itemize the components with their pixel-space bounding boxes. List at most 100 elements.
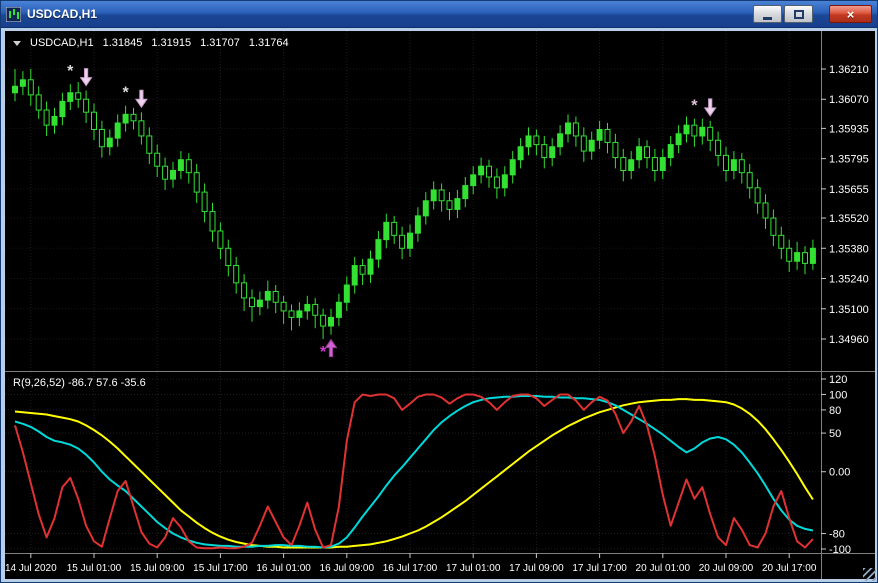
chart-canvas[interactable]: ****1.362101.360701.359351.357951.356551… [5, 31, 875, 579]
candle-body [27, 79, 34, 96]
price-axis: 1.36210 1.36070 1.35935 1.35795 1.35655 1.355… [821, 64, 869, 346]
candle-body [185, 159, 192, 174]
candle-body [430, 189, 437, 202]
candle-body [762, 202, 769, 219]
time-label: 17 Jul 01:00 [446, 563, 501, 574]
candle-body [12, 85, 18, 94]
chart-frame: * * * * 1.36210 1.36070 1.35935 1.35795 1.35655 1… [5, 31, 875, 579]
time-label: 16 Jul 01:00 [256, 563, 311, 574]
candle-body [628, 159, 635, 172]
candle-body [509, 159, 516, 176]
candle-body [651, 157, 658, 172]
close-button[interactable]: × [829, 5, 872, 23]
candle-body [462, 185, 469, 200]
candle-body [51, 116, 58, 126]
minimize-button[interactable] [753, 5, 782, 23]
candle-body [525, 135, 532, 148]
candle-body [280, 301, 287, 312]
candle-body [446, 200, 453, 210]
candle-body [478, 165, 485, 176]
candle-body [83, 98, 90, 113]
arrow-up-marker [324, 338, 338, 358]
app-icon [6, 6, 21, 22]
candle-body [106, 137, 113, 148]
price-label: 1.34960 [829, 334, 869, 346]
candle-body [723, 154, 729, 172]
candle-body [343, 284, 350, 303]
candle-body [335, 301, 342, 318]
resize-grip[interactable] [863, 568, 876, 581]
arrow-down-marker [134, 89, 148, 109]
candle-body [636, 146, 643, 161]
candle-body [486, 165, 492, 178]
gridlines [5, 31, 821, 553]
candle-body [193, 172, 200, 193]
candle-body [19, 79, 26, 87]
candle-body [162, 165, 169, 180]
indicator-level-label: -80 [829, 529, 845, 541]
candle-body [312, 303, 319, 316]
candle-body [201, 191, 208, 213]
indicator-level-label: 120 [829, 374, 847, 386]
candle-body [794, 252, 801, 262]
candle-body [802, 252, 808, 264]
indicator-level-label: 0.00 [829, 467, 850, 479]
candle-body [122, 113, 129, 124]
time-label: 17 Jul 17:00 [572, 563, 627, 574]
maximize-icon [793, 9, 804, 19]
candle-body [493, 176, 500, 189]
candle-body [256, 299, 263, 308]
candle-body [588, 139, 595, 152]
time-label: 15 Jul 17:00 [193, 563, 248, 574]
candle-body [691, 124, 698, 137]
candle-body [580, 135, 587, 152]
titlebar[interactable]: USDCAD,H1 × [1, 1, 877, 28]
candle-body [399, 234, 406, 249]
candle-body [367, 258, 374, 275]
maximize-button[interactable] [784, 5, 813, 23]
candle-body [612, 141, 619, 159]
arrow-down-marker [703, 98, 717, 117]
candle-body [225, 247, 232, 267]
candle-body [557, 133, 564, 148]
candle-body [328, 316, 334, 327]
time-label: 16 Jul 09:00 [320, 563, 375, 574]
candle-body [770, 217, 777, 236]
price-label: 1.35655 [829, 184, 869, 196]
price-label: 1.35520 [829, 213, 869, 225]
candle-body [699, 126, 706, 137]
pane-separators [5, 31, 875, 579]
candle-body [130, 113, 137, 122]
candle-body [501, 174, 508, 189]
candle-body [596, 128, 603, 141]
candle-body [272, 290, 279, 303]
time-label: 17 Jul 09:00 [509, 563, 564, 574]
candle-body [98, 128, 105, 148]
price-label: 1.36210 [829, 64, 869, 76]
chevron-down-icon[interactable] [13, 40, 21, 46]
candle-body [565, 122, 571, 135]
candle-body [114, 122, 121, 139]
candle-body [91, 111, 97, 130]
price-label: 1.36070 [829, 94, 869, 106]
candle-body [715, 139, 722, 156]
candle-body [786, 247, 793, 262]
candle-body [391, 221, 398, 236]
candle-body [644, 146, 650, 159]
candle-body [809, 247, 816, 264]
candle-body [541, 144, 548, 159]
candle-body [154, 152, 161, 167]
time-label: 20 Jul 01:00 [636, 563, 691, 574]
mt4-window: USDCAD,H1 × * * * * 1.36210 1.36070 1.35935 1.3… [0, 0, 878, 583]
candle-body [572, 122, 579, 137]
candle-body [414, 215, 421, 234]
candle-body [320, 314, 327, 327]
candle-body [296, 310, 303, 318]
candle-body [738, 159, 745, 174]
candle-body [249, 297, 255, 308]
candle-body [517, 146, 524, 161]
candle-body [264, 290, 271, 301]
price-label: 1.35935 [829, 123, 869, 135]
candle-body [470, 174, 477, 187]
candle-body [209, 211, 216, 232]
